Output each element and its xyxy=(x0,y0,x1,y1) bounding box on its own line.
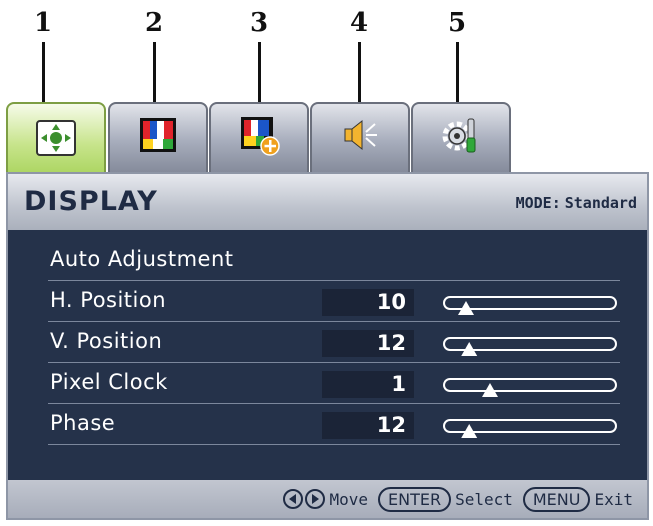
row-label: Auto Adjustment xyxy=(50,247,234,271)
settings-list: Auto Adjustment H. Position 10 V. Positi… xyxy=(48,240,620,445)
row-pixel-clock[interactable]: Pixel Clock 1 xyxy=(48,363,620,404)
row-label: Pixel Clock xyxy=(50,370,168,394)
mode-value: Standard xyxy=(564,194,637,212)
callout-number-5: 5 xyxy=(447,8,467,38)
row-phase[interactable]: Phase 12 xyxy=(48,404,620,445)
mode-label: MODE: xyxy=(515,194,561,212)
tab-display[interactable] xyxy=(6,102,106,178)
display-position-icon xyxy=(36,120,76,156)
enter-key-badge: ENTER xyxy=(378,486,452,512)
v-position-slider[interactable] xyxy=(442,332,618,358)
callout-line-4 xyxy=(358,42,361,110)
exit-hint: Exit xyxy=(594,489,633,509)
tab-picture[interactable] xyxy=(108,102,208,172)
speaker-audio-icon xyxy=(344,119,377,151)
color-bars-icon xyxy=(140,118,176,152)
callout-line-3 xyxy=(258,42,261,110)
pixel-clock-slider[interactable] xyxy=(442,373,618,399)
row-value: 12 xyxy=(322,412,414,439)
row-value: 1 xyxy=(322,371,414,398)
h-position-slider[interactable] xyxy=(442,291,618,317)
row-label: V. Position xyxy=(50,329,163,353)
tab-system[interactable] xyxy=(411,102,511,172)
callout-line-1 xyxy=(42,42,45,110)
phase-slider[interactable] xyxy=(442,414,618,440)
row-auto-adjustment[interactable]: Auto Adjustment xyxy=(48,240,620,281)
slider-track xyxy=(443,378,617,392)
mode-indicator: MODE: Standard xyxy=(512,194,637,212)
tab-picture-advanced[interactable] xyxy=(209,102,309,172)
osd-panel: DISPLAY MODE: Standard Auto Adjustment H.… xyxy=(6,172,649,520)
row-label: Phase xyxy=(50,411,116,435)
select-hint: Select xyxy=(455,489,513,509)
slider-track xyxy=(443,296,617,310)
move-hint: Move xyxy=(329,489,368,509)
tab-audio[interactable] xyxy=(310,102,410,172)
menu-key-badge: MENU xyxy=(522,486,591,512)
osd-footer: Move ENTER Select MENU Exit xyxy=(8,480,647,518)
callout-number-2: 2 xyxy=(144,8,164,38)
row-label: H. Position xyxy=(50,288,167,312)
row-value: 12 xyxy=(322,330,414,357)
system-settings-icon xyxy=(442,118,476,153)
right-arrow-icon xyxy=(305,489,326,509)
osd-header: DISPLAY MODE: Standard xyxy=(8,174,647,230)
row-value: 10 xyxy=(322,289,414,316)
row-v-position[interactable]: V. Position 12 xyxy=(48,322,620,363)
left-arrow-icon xyxy=(283,489,304,509)
page-title: DISPLAY xyxy=(24,186,158,217)
callout-number-4: 4 xyxy=(349,8,369,38)
callout-number-1: 1 xyxy=(33,8,53,38)
row-h-position[interactable]: H. Position 10 xyxy=(48,281,620,322)
callout-line-2 xyxy=(153,42,156,110)
callout-number-3: 3 xyxy=(249,8,269,38)
picture-advanced-icon xyxy=(241,117,280,156)
callout-line-5 xyxy=(456,42,459,110)
